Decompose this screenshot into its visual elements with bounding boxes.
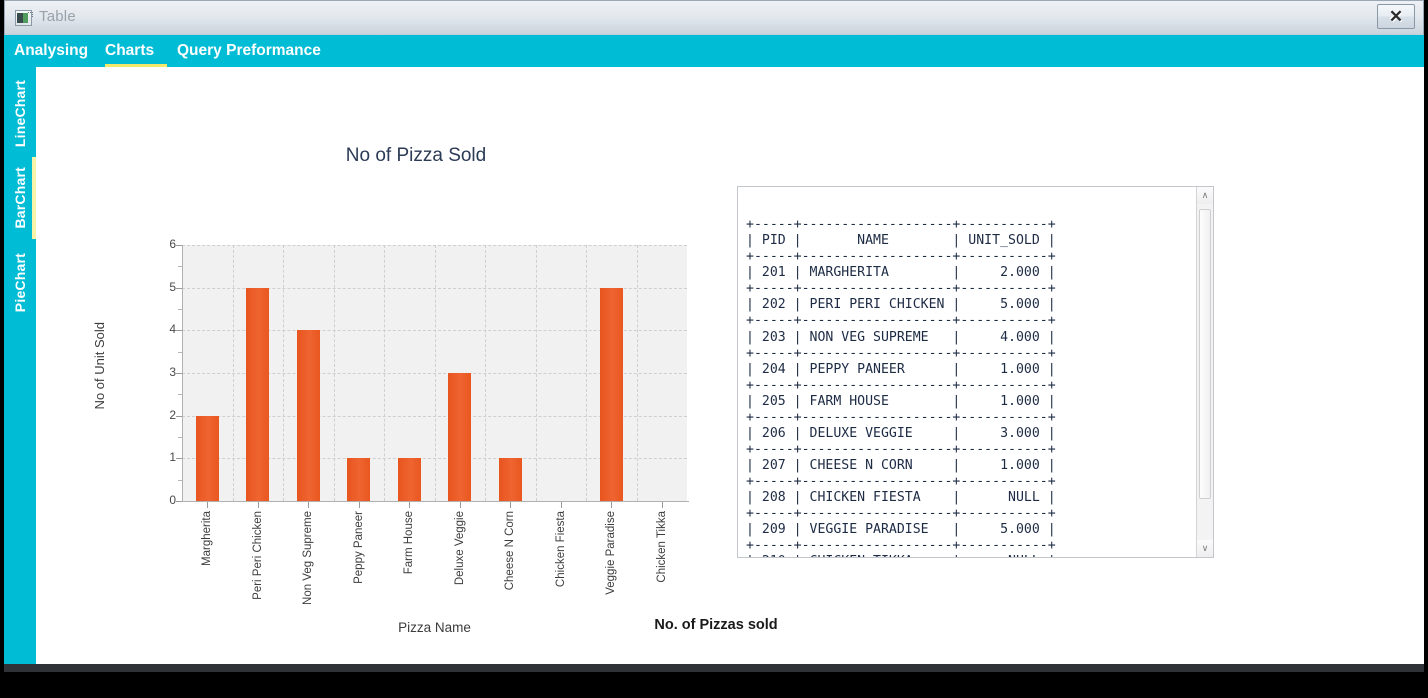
chart-y-tick-major bbox=[176, 373, 182, 374]
chart-y-tick-major bbox=[176, 330, 182, 332]
application-window: Table ✕ Analysing Charts Query Preformance… bbox=[0, 0, 1428, 698]
chart-x-tick-mark bbox=[661, 502, 663, 508]
chart-y-tick-minor bbox=[178, 266, 182, 268]
chart-y-tick-major bbox=[176, 458, 182, 460]
chart-x-tick-label: Peppy Paneer bbox=[352, 511, 365, 584]
chart-x-tick-mark bbox=[207, 502, 209, 508]
chart-bar bbox=[397, 458, 421, 501]
chart-y-tick-label: 1 bbox=[169, 450, 176, 465]
chart-x-tick-label: Chicken Tikka bbox=[655, 511, 668, 583]
bar-chart: No of Pizza Sold No of Unit Sold Pizza N… bbox=[92, 137, 736, 657]
window-titlebar: Table ✕ bbox=[4, 0, 1424, 35]
chart-x-tick-mark bbox=[257, 502, 259, 508]
chart-x-tick-label: Farm House bbox=[403, 511, 416, 575]
nav-tab-query-preformance[interactable]: Query Preformance bbox=[177, 35, 337, 67]
chart-y-tick-label: 5 bbox=[169, 279, 176, 294]
chart-gridline-vertical bbox=[384, 245, 385, 501]
main-navbar: Analysing Charts Query Preformance bbox=[4, 35, 1424, 67]
chart-y-tick-minor bbox=[178, 351, 182, 353]
window-title: Table bbox=[39, 8, 76, 25]
sidebar-item-linechart[interactable]: LineChart bbox=[4, 75, 36, 153]
chart-x-tick-label: Veggie Paradise bbox=[605, 511, 618, 595]
nav-tab-label: Query Preformance bbox=[177, 42, 321, 59]
chart-y-tick-minor bbox=[178, 479, 182, 481]
chart-y-tick-label: 0 bbox=[169, 493, 176, 507]
chart-bar bbox=[195, 415, 219, 501]
chart-x-tick-mark bbox=[510, 502, 512, 508]
chart-title: No of Pizza Sold bbox=[345, 145, 487, 166]
chart-gridline-vertical bbox=[283, 245, 284, 501]
window-left-shadow bbox=[0, 0, 4, 698]
nav-tab-label: Charts bbox=[105, 42, 155, 59]
window-bottom-strip bbox=[4, 664, 1424, 672]
chart-caption: No. of Pizzas sold bbox=[654, 617, 778, 633]
chart-bar bbox=[347, 458, 371, 501]
chart-x-tick-label: Deluxe Veggie bbox=[453, 511, 466, 586]
chart-x-tick-mark bbox=[308, 502, 310, 508]
scroll-down-icon[interactable]: ∨ bbox=[1197, 540, 1213, 557]
chart-bar bbox=[246, 287, 270, 501]
main-content-area: No of Pizza Sold No of Unit Sold Pizza N… bbox=[36, 67, 1425, 664]
chart-y-tick-label: 4 bbox=[169, 322, 176, 337]
sidebar-item-label: PieChart bbox=[12, 253, 28, 313]
chart-bar bbox=[599, 287, 623, 501]
scrollbar-thumb[interactable] bbox=[1199, 209, 1211, 499]
chart-x-tick-mark bbox=[459, 502, 461, 508]
query-result-table-text: +-----+-------------------+-----------+ … bbox=[746, 217, 1056, 557]
chart-gridline-vertical bbox=[485, 245, 486, 501]
chart-y-tick-major bbox=[176, 245, 182, 246]
chart-y-tick-major bbox=[176, 501, 182, 502]
sidebar-item-label: LineChart bbox=[12, 80, 28, 148]
close-icon: ✕ bbox=[1388, 7, 1404, 26]
nav-tab-label: Analysing bbox=[14, 42, 89, 59]
chart-x-tick-mark bbox=[611, 502, 613, 508]
chart-x-tick-mark bbox=[409, 502, 411, 508]
close-button[interactable]: ✕ bbox=[1377, 4, 1415, 29]
chart-x-tick-label: Margherita bbox=[201, 511, 214, 566]
chart-y-tick-minor bbox=[178, 309, 182, 310]
app-window-icon bbox=[15, 10, 33, 26]
chart-bar bbox=[296, 330, 320, 501]
scroll-up-icon[interactable]: ∧ bbox=[1197, 187, 1213, 204]
sidebar-item-barchart[interactable]: BarChart bbox=[4, 157, 36, 239]
chart-gridline-vertical bbox=[586, 245, 587, 501]
chart-gridline-vertical bbox=[232, 245, 234, 501]
chart-x-tick-label: Chicken Fiesta bbox=[554, 511, 567, 588]
chart-y-tick-label: 3 bbox=[169, 365, 176, 379]
sidebar-item-label: BarChart bbox=[12, 167, 28, 229]
chart-y-tick-label: 2 bbox=[169, 407, 176, 422]
chart-y-tick-minor bbox=[178, 437, 182, 438]
chart-y-tick-major bbox=[176, 415, 182, 417]
chart-x-tick-mark bbox=[560, 502, 562, 508]
chart-gridline-vertical bbox=[636, 245, 638, 501]
window-bottom-shadow bbox=[0, 672, 1428, 698]
sidebar-item-piechart[interactable]: PieChart bbox=[4, 243, 36, 323]
chart-x-tick-mark bbox=[358, 502, 360, 508]
chart-y-axis-line bbox=[182, 245, 183, 502]
chart-x-tick-label: Cheese N Corn bbox=[504, 511, 517, 591]
chart-y-tick-major bbox=[176, 287, 182, 289]
chart-y-tick-minor bbox=[178, 394, 182, 396]
query-result-table-panel[interactable]: +-----+-------------------+-----------+ … bbox=[737, 186, 1214, 558]
chart-bar bbox=[498, 458, 522, 501]
chart-x-tick-label: Non Veg Supreme bbox=[302, 511, 315, 605]
window-right-shadow bbox=[1424, 0, 1428, 698]
chart-bar bbox=[448, 373, 472, 501]
chart-gridline-vertical bbox=[333, 245, 335, 501]
table-vertical-scrollbar[interactable]: ∧ ∨ bbox=[1196, 187, 1213, 557]
chart-gridline-vertical bbox=[434, 245, 436, 501]
nav-tab-charts[interactable]: Charts bbox=[105, 35, 167, 67]
chart-type-sidebar: LineChart BarChart PieChart bbox=[4, 67, 36, 664]
chart-y-tick-label: 6 bbox=[169, 237, 176, 251]
nav-tab-analysing[interactable]: Analysing bbox=[14, 35, 95, 67]
chart-gridline-vertical bbox=[535, 245, 537, 501]
chart-plot-area bbox=[182, 245, 687, 501]
chart-x-tick-label: Peri Peri Chicken bbox=[251, 511, 264, 600]
